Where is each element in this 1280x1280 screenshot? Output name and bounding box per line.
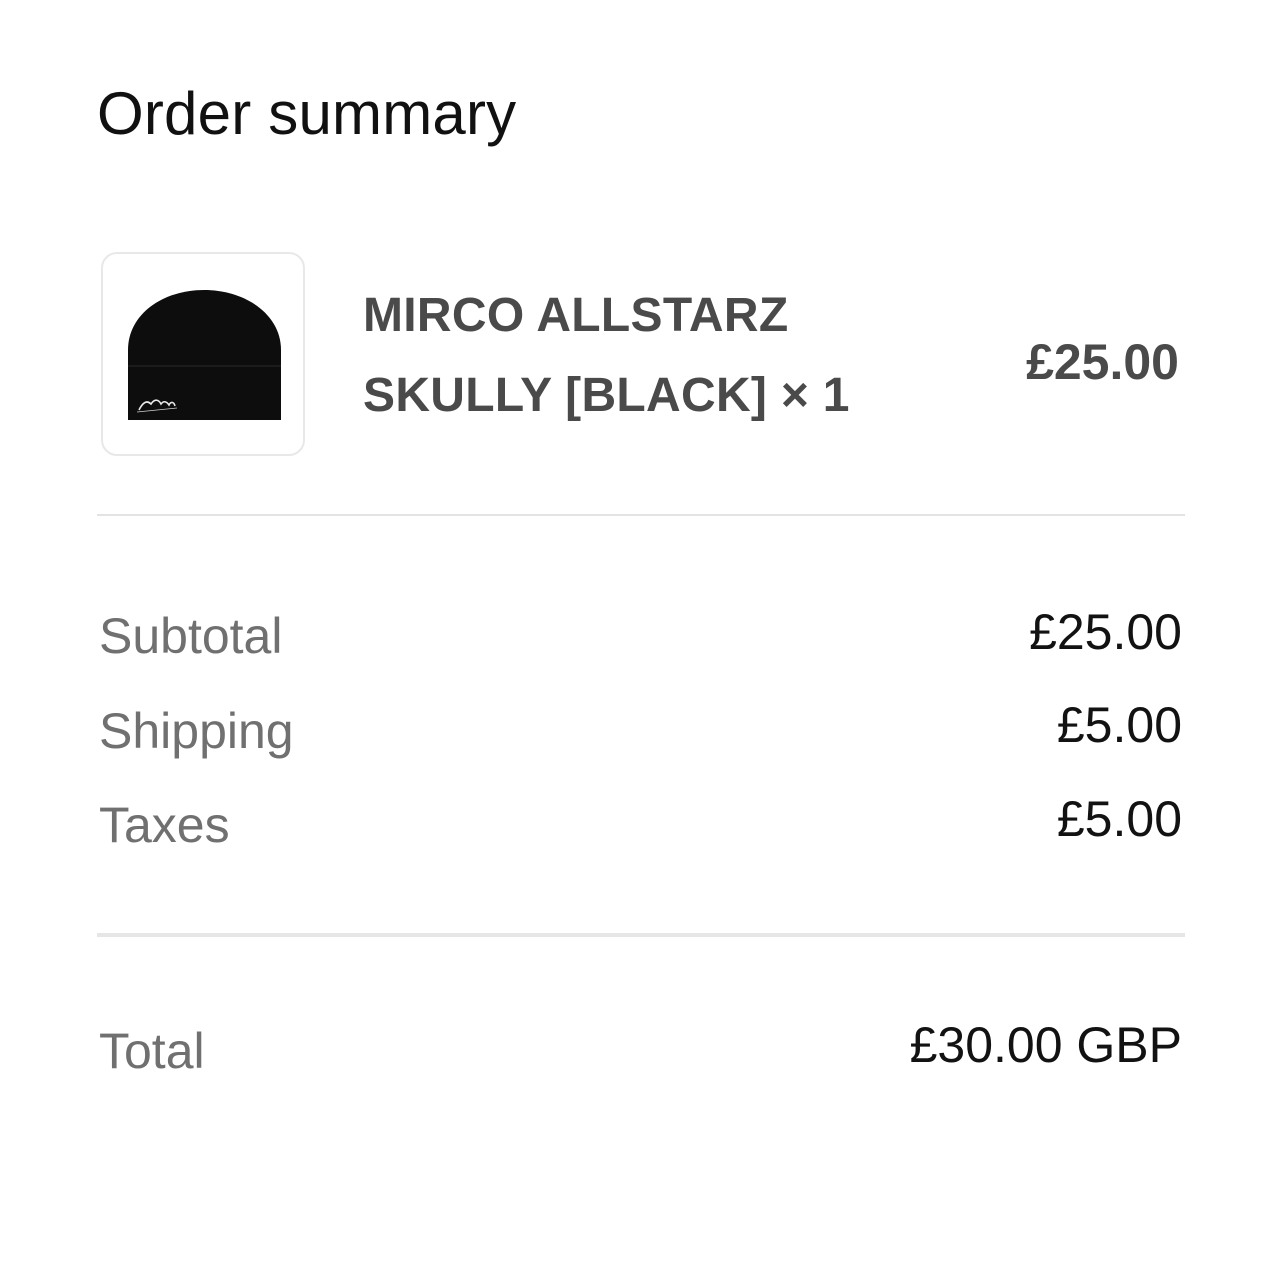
total-label: Total [99,1023,205,1079]
product-price: £25.00 [1026,334,1179,390]
taxes-label: Taxes [99,797,230,853]
order-summary-title: Order summary [97,80,517,147]
taxes-value: £5.00 [1056,791,1182,847]
beanie-image [128,290,281,420]
subtotal-label: Subtotal [99,608,283,664]
product-name: MIRCO ALLSTARZ SKULLY [BLACK] × 1 [363,289,850,422]
product-thumbnail [101,252,305,456]
total-value: £30.00 GBP [909,1017,1182,1073]
divider [97,514,1185,516]
shipping-value: £5.00 [1056,697,1182,753]
divider [97,933,1185,937]
subtotal-value: £25.00 [1029,604,1182,660]
shipping-label: Shipping [99,703,294,759]
